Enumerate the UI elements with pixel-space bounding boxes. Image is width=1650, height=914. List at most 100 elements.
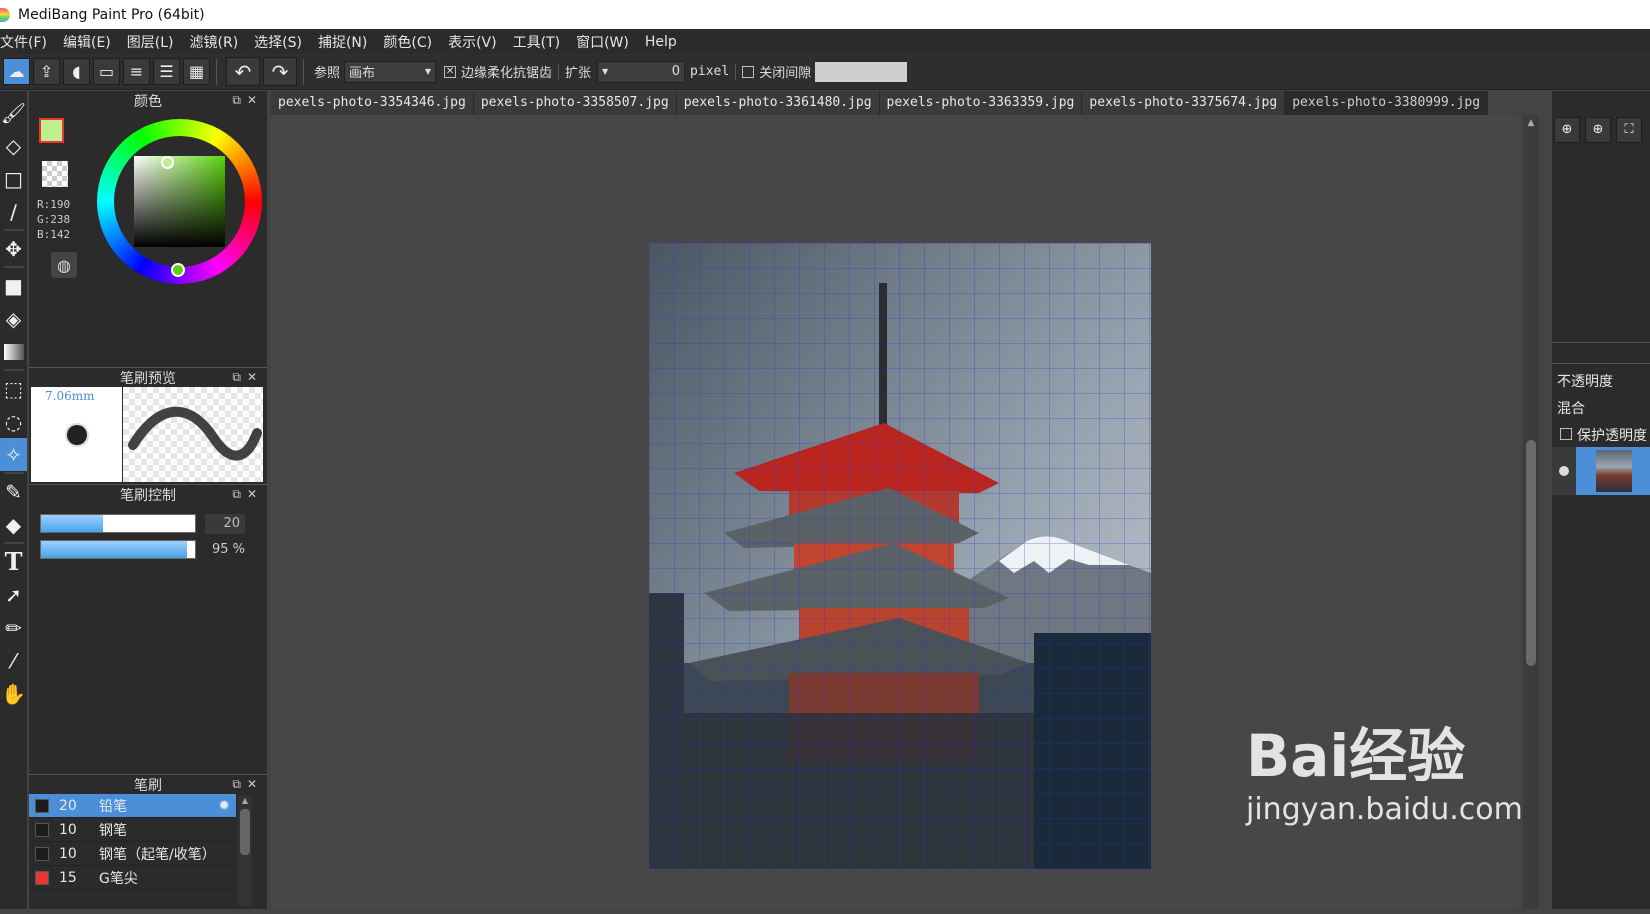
brush-tool-icon[interactable]: 🖌	[0, 96, 27, 129]
tab-document[interactable]: pexels-photo-3354346.jpg	[271, 91, 474, 115]
menu-select[interactable]: 选择(S)	[246, 32, 310, 52]
transparent-color-swatch[interactable]	[42, 161, 68, 187]
brush-size-slider[interactable]	[40, 514, 196, 533]
protect-alpha-row[interactable]: 保护透明度	[1552, 425, 1650, 447]
tab-document[interactable]: pexels-photo-3363359.jpg	[879, 91, 1083, 115]
menu-edit[interactable]: 编辑(E)	[55, 32, 119, 52]
redo-icon[interactable]: ↷	[263, 57, 297, 86]
palette-icon[interactable]: ◍	[51, 252, 77, 278]
eraser-tool-icon[interactable]: ◇	[0, 129, 27, 162]
brush-list-scroll-thumb[interactable]	[240, 809, 250, 855]
navigator-preview	[1552, 147, 1650, 343]
panel-float-close-icon[interactable]: ⧉✕	[232, 777, 263, 792]
brush-tip-preview: 7.06mm	[31, 387, 122, 482]
select-rect-tool-icon[interactable]: ⬚	[0, 372, 27, 405]
tab-document[interactable]: pexels-photo-3375674.jpg	[1082, 91, 1286, 115]
menu-snap[interactable]: 捕捉(N)	[310, 32, 375, 52]
shape-tool-icon[interactable]: □	[0, 162, 27, 195]
menu-filter[interactable]: 滤镜(R)	[182, 32, 247, 52]
bucket-tool-icon[interactable]: ◈	[0, 302, 27, 335]
brush-list-item[interactable]: 10 钢笔（起笔/收笔）	[29, 842, 236, 866]
scroll-up-icon[interactable]: ▲	[238, 796, 252, 805]
toolbar-divider	[735, 63, 737, 80]
brush-color-swatch	[35, 870, 49, 885]
brush-size: 15	[59, 869, 77, 886]
brush-name: G笔尖	[99, 870, 138, 887]
gear-icon[interactable]: ✹	[218, 798, 230, 814]
menu-window[interactable]: 窗口(W)	[568, 32, 637, 52]
move-tool-icon[interactable]: ✥	[0, 232, 27, 265]
reference-value: 画布	[349, 66, 376, 81]
text-tool-icon[interactable]: T	[0, 545, 27, 578]
menu-help[interactable]: Help	[637, 34, 685, 50]
undo-icon[interactable]: ↶	[226, 57, 260, 86]
brush-list-header: 笔刷 ⧉✕	[29, 774, 267, 794]
tab-document-active[interactable]: pexels-photo-3380999.jpg	[1285, 91, 1489, 115]
brush-list-item[interactable]: 20 铅笔 ✹	[29, 794, 236, 818]
hue-picker-handle[interactable]	[171, 263, 185, 277]
zoom-fit-icon[interactable]: ⊕	[1554, 117, 1580, 143]
layer-thumbnail[interactable]	[1576, 447, 1650, 495]
menu-view[interactable]: 表示(V)	[440, 32, 505, 52]
brush-list-title: 笔刷	[134, 777, 162, 794]
canvas-area[interactable]: Bai经验 jingyan.baidu.com	[271, 115, 1523, 909]
select-eraser-tool-icon[interactable]: ◆	[0, 508, 27, 541]
eyedropper-tool-icon[interactable]: ⁄	[0, 644, 27, 677]
toolbar-divider	[303, 58, 304, 85]
menu-tools[interactable]: 工具(T)	[505, 32, 568, 52]
hue-ring[interactable]	[97, 119, 262, 284]
panel-layout-icon[interactable]: ▦	[183, 58, 210, 85]
panel-float-close-icon[interactable]: ⧉✕	[232, 93, 263, 108]
close-gap-slider[interactable]	[815, 61, 908, 82]
expand-spinner[interactable]: ▼ 0	[597, 60, 686, 83]
cloud-icon[interactable]: ☁	[3, 58, 30, 85]
protect-alpha-checkbox[interactable]	[1560, 428, 1572, 440]
canvas-vertical-scrollbar[interactable]: ▲	[1523, 115, 1539, 909]
fill-rect-tool-icon[interactable]: ■	[0, 269, 27, 302]
menu-color[interactable]: 颜色(C)	[375, 32, 440, 52]
brush-list-item[interactable]: 10 钢笔	[29, 818, 236, 842]
zoom-in-icon[interactable]: ⊕	[1585, 117, 1611, 143]
upload-icon[interactable]: ⇪	[33, 58, 60, 85]
select-pen-tool-icon[interactable]: ✎	[0, 475, 27, 508]
gradient-tool-icon[interactable]	[0, 335, 27, 368]
foreground-color-swatch[interactable]	[39, 118, 64, 143]
close-gap-checkbox[interactable]	[742, 65, 755, 78]
tab-document[interactable]: pexels-photo-3361480.jpg	[676, 91, 880, 115]
magic-wand-tool-icon[interactable]: ✧	[0, 438, 27, 471]
blur-tool-icon[interactable]: ✏	[0, 611, 27, 644]
scroll-up-icon[interactable]: ▲	[1523, 118, 1539, 128]
canvas-scroll-thumb[interactable]	[1526, 440, 1536, 666]
list-page-icon[interactable]: ☰	[153, 58, 180, 85]
menu-layer[interactable]: 图层(L)	[119, 32, 182, 52]
layer-visibility-icon[interactable]	[1552, 447, 1576, 495]
menu-file[interactable]: 文件(F)	[0, 32, 55, 52]
right-panel: ⊕ ⊕ ⛶ 不透明度 混合 保护透明度	[1552, 91, 1650, 909]
tab-document[interactable]: pexels-photo-3358507.jpg	[473, 91, 677, 115]
tool-column: 🖌 ◇ □ ∕ ✥ ■ ◈ ⬚ ◌ ✧ ✎ ◆ T ➚ ✏ ⁄ ✋	[0, 91, 27, 909]
layer-row[interactable]	[1552, 447, 1650, 495]
panel-float-close-icon[interactable]: ⧉✕	[232, 487, 263, 502]
page-icon[interactable]: ≡	[123, 58, 150, 85]
tool-divider	[3, 542, 24, 544]
antialias-checkbox[interactable]: ✕	[444, 65, 457, 78]
protect-alpha-label: 保护透明度	[1577, 428, 1647, 444]
brush-list-scrollbar[interactable]: ▲	[238, 796, 252, 906]
expand-label: 扩张	[565, 66, 592, 81]
hand-tool-icon[interactable]: ✋	[0, 677, 27, 710]
operation-tool-icon[interactable]: ➚	[0, 578, 27, 611]
brush-list-item[interactable]: 15 G笔尖	[29, 866, 236, 890]
panel-float-close-icon[interactable]: ⧉✕	[232, 370, 263, 385]
sv-picker-handle[interactable]	[161, 156, 174, 169]
reference-select[interactable]: 画布 ▼	[344, 60, 437, 83]
lasso-tool-icon[interactable]: ◌	[0, 405, 27, 438]
brush-opacity-slider[interactable]	[40, 540, 196, 559]
dot-brush-tool-icon[interactable]: ∕	[0, 195, 27, 228]
title-bar: MediBang Paint Pro (64bit)	[0, 0, 1650, 29]
speech-bubble-icon[interactable]: ◖	[63, 58, 90, 85]
saturation-value-square[interactable]	[134, 156, 225, 247]
fullscreen-icon[interactable]: ⛶	[1616, 117, 1642, 143]
canvas-image[interactable]	[649, 243, 1151, 869]
comment-icon[interactable]: ▭	[93, 58, 120, 85]
brush-size-value[interactable]: 20	[205, 514, 245, 534]
